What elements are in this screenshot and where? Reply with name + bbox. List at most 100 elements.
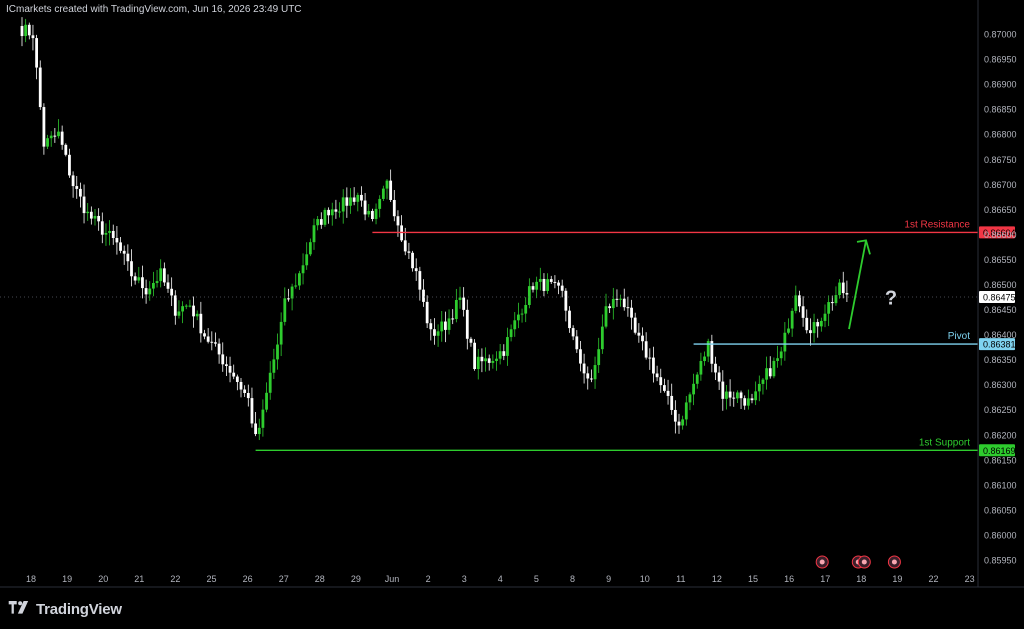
- candle-body: [64, 144, 68, 155]
- candle-body: [199, 313, 203, 334]
- time-tick-label: 19: [62, 574, 72, 584]
- candle-body: [126, 253, 130, 262]
- candle-body: [790, 310, 794, 329]
- candle: [111, 224, 115, 245]
- candle: [188, 299, 192, 308]
- candle-body: [422, 289, 425, 302]
- candle: [462, 287, 466, 317]
- candle-body: [425, 301, 429, 324]
- candle-body: [141, 277, 144, 289]
- time-tick-label: 20: [98, 574, 108, 584]
- candle: [491, 354, 495, 369]
- candle-body: [652, 357, 655, 374]
- candle-body: [46, 138, 49, 147]
- candle-body: [170, 288, 174, 296]
- candle: [787, 318, 790, 335]
- candle: [38, 60, 42, 110]
- price-chart[interactable]: 1st Resistance0.86604Pivot0.863811st Sup…: [0, 0, 1024, 629]
- candle: [166, 274, 170, 293]
- candle: [246, 384, 250, 407]
- candle-body: [841, 282, 845, 294]
- candle-body: [250, 398, 254, 424]
- candle-body: [717, 372, 721, 382]
- candle-body: [476, 356, 480, 370]
- candle: [349, 188, 352, 214]
- price-tick-label: 0.86500: [984, 280, 1017, 290]
- candle-body: [188, 305, 192, 307]
- candle: [834, 286, 838, 306]
- candle-body: [177, 311, 181, 316]
- candle-body: [622, 298, 626, 308]
- candle: [765, 356, 768, 390]
- time-tick-label: 25: [206, 574, 216, 584]
- candle-body: [330, 209, 334, 216]
- time-tick-label: 26: [243, 574, 253, 584]
- candle-body: [86, 211, 90, 214]
- candle: [593, 356, 597, 389]
- candle: [371, 208, 374, 222]
- candle: [130, 249, 133, 287]
- candle: [60, 125, 64, 150]
- candle: [454, 288, 458, 323]
- candle: [436, 324, 440, 347]
- candle-body: [644, 341, 648, 358]
- price-tick-label: 0.86050: [984, 505, 1017, 515]
- candle-body: [757, 383, 761, 392]
- candle-body: [115, 238, 119, 243]
- candle-body: [148, 288, 152, 295]
- candle: [717, 366, 721, 390]
- candle: [381, 185, 385, 202]
- time-tick-label: Jun: [385, 574, 400, 584]
- candle: [316, 216, 320, 231]
- candle: [407, 242, 411, 260]
- candle-body: [162, 268, 166, 283]
- candle-body: [181, 306, 184, 312]
- price-tick-label: 0.86850: [984, 105, 1017, 115]
- candle-body: [750, 398, 754, 401]
- candle-body: [71, 175, 75, 187]
- candle: [798, 290, 801, 313]
- candle-body: [440, 321, 444, 332]
- candle-body: [184, 305, 188, 307]
- candle: [433, 318, 436, 345]
- candle-body: [173, 295, 177, 316]
- candle: [506, 327, 509, 366]
- candle: [750, 393, 754, 404]
- candle-body: [214, 342, 217, 344]
- time-tick-label: 22: [928, 574, 938, 584]
- candle: [823, 304, 827, 328]
- candle: [148, 281, 152, 301]
- candle: [115, 225, 119, 255]
- candle: [710, 334, 714, 373]
- candle-body: [228, 365, 232, 373]
- candle-body: [765, 368, 768, 380]
- candle-body: [506, 337, 509, 356]
- candle: [819, 317, 823, 332]
- price-tick-label: 0.86200: [984, 430, 1017, 440]
- candle: [177, 300, 181, 319]
- candle-body: [586, 373, 590, 379]
- candle-body: [590, 378, 593, 380]
- candle-body: [663, 385, 666, 391]
- candle-body: [517, 314, 520, 321]
- candle: [374, 203, 378, 225]
- price-tick-label: 0.86150: [984, 455, 1017, 465]
- price-tick-label: 0.86750: [984, 155, 1017, 165]
- candle-body: [166, 282, 170, 289]
- candle-body: [604, 306, 608, 327]
- candle-body: [801, 306, 805, 318]
- tradingview-logo[interactable]: TradingView: [8, 598, 122, 620]
- candle: [53, 128, 57, 143]
- candle: [736, 390, 739, 404]
- candle: [633, 312, 637, 335]
- forecast-arrow-shaft: [848, 240, 867, 330]
- candle: [575, 330, 579, 353]
- candle: [648, 348, 652, 370]
- candle: [721, 370, 725, 411]
- candle: [64, 143, 68, 157]
- candle: [549, 275, 553, 285]
- candle-body: [542, 278, 546, 291]
- candle-body: [454, 299, 458, 320]
- candle: [429, 318, 433, 341]
- candle: [327, 207, 330, 224]
